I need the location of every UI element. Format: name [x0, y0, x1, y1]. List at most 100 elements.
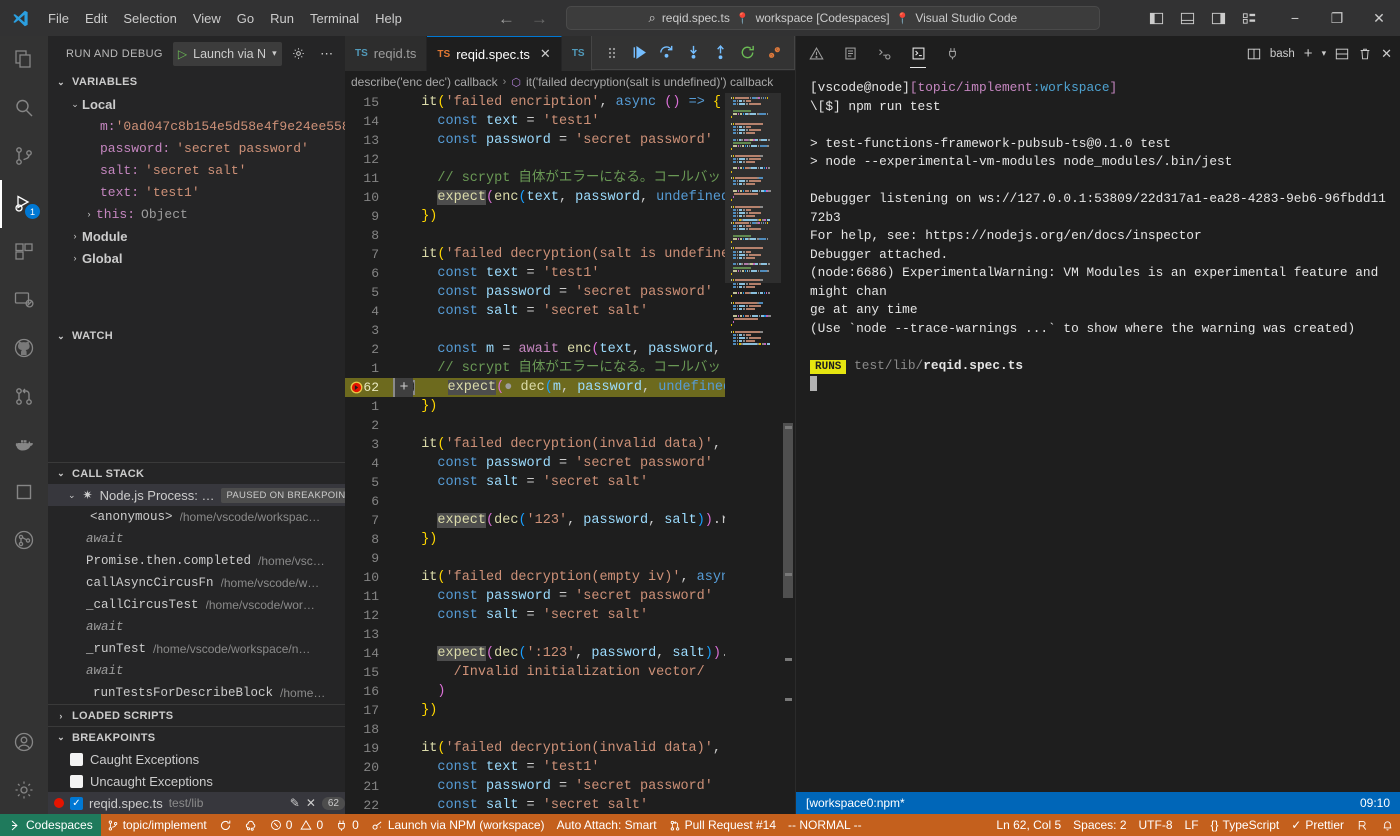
tab-reqid-ts[interactable]: TS reqid.ts — [345, 36, 428, 71]
arrow-right-icon[interactable]: → — [531, 10, 548, 27]
activity-item-remote-explorer[interactable] — [0, 276, 48, 324]
code-line[interactable]: 14 const text = 'test1' — [345, 112, 725, 131]
ports-icon[interactable] — [942, 44, 962, 64]
toggle-secondary-sidebar-icon[interactable] — [1205, 5, 1231, 31]
status-cursor-position[interactable]: Ln 62, Col 5 — [990, 814, 1067, 836]
code-line[interactable]: 11 const password = 'secret password' — [345, 587, 725, 606]
terminal-output[interactable]: [vscode@node][topic/implement:workspace]… — [796, 71, 1400, 792]
checkbox[interactable]: ✓ — [70, 796, 83, 810]
code-line[interactable]: 3 — [345, 321, 725, 340]
call-stack-section-header[interactable]: ⌄ CALL STACK — [48, 462, 345, 484]
status-cloud-changes-icon[interactable] — [238, 814, 264, 836]
toggle-panel-icon[interactable] — [1174, 5, 1200, 31]
code-line[interactable]: 1 }) — [345, 397, 725, 416]
status-remote-indicator[interactable]: Codespaces — [0, 814, 101, 836]
activity-item-search[interactable] — [0, 84, 48, 132]
activity-item-testing[interactable] — [0, 516, 48, 564]
editor-vertical-scrollbar[interactable] — [781, 93, 795, 814]
tab-stub[interactable]: TS — [561, 36, 595, 71]
tab-close-icon[interactable]: ✕ — [540, 46, 551, 62]
status-branch[interactable]: topic/implement — [101, 814, 213, 836]
trash-icon[interactable] — [1358, 47, 1372, 61]
code-line[interactable]: 10 expect(enc(text, password, undefined … — [345, 188, 725, 207]
menu-view[interactable]: View — [185, 8, 229, 29]
step-over-icon[interactable] — [654, 41, 678, 65]
minimap[interactable] — [725, 93, 781, 814]
code-line[interactable]: 13 const password = 'secret password' — [345, 131, 725, 150]
variables-section-header[interactable]: ⌄ VARIABLES — [48, 71, 345, 93]
code-line[interactable]: 9 — [345, 549, 725, 568]
code-line[interactable]: 2 — [345, 416, 725, 435]
toggle-primary-sidebar-icon[interactable] — [1143, 5, 1169, 31]
inline-breakpoint-add-button[interactable]: + — [393, 378, 413, 397]
customize-layout-icon[interactable] — [1236, 5, 1262, 31]
code-line[interactable]: 5 const salt = 'secret salt' — [345, 473, 725, 492]
code-editor[interactable]: 15 it('failed encription', async () => {… — [345, 93, 795, 814]
code-line-current[interactable]: 62+▤ expect(● dec(m, password, undefined… — [345, 378, 725, 397]
code-line[interactable]: 15 /Invalid initialization vector/ — [345, 663, 725, 682]
step-out-icon[interactable] — [708, 41, 732, 65]
code-line[interactable]: 4 const password = 'secret password' — [345, 454, 725, 473]
status-indentation[interactable]: Spaces: 2 — [1067, 814, 1132, 836]
activity-item-docker[interactable] — [0, 420, 48, 468]
chevron-down-icon[interactable]: ▾ — [1322, 48, 1327, 59]
status-prettier[interactable]: ✓ Prettier — [1285, 814, 1350, 836]
status-eol[interactable]: LF — [1179, 814, 1205, 836]
activity-item-explorer[interactable] — [0, 36, 48, 84]
code-line[interactable]: 8 }) — [345, 530, 725, 549]
code-line[interactable]: 8 — [345, 226, 725, 245]
close-icon[interactable]: ✕ — [306, 796, 316, 810]
code-line[interactable]: 19 it('failed decryption(invalid data)',… — [345, 739, 725, 758]
status-auto-attach[interactable]: Auto Attach: Smart — [551, 814, 663, 836]
menu-edit[interactable]: Edit — [77, 8, 115, 29]
breadcrumb-it[interactable]: it('failed decryption(salt is undefined)… — [526, 75, 773, 89]
menu-go[interactable]: Go — [229, 8, 262, 29]
breadcrumb-describe[interactable]: describe('enc dec') callback — [351, 75, 498, 89]
code-line[interactable]: 22 const salt = 'secret salt' — [345, 796, 725, 814]
call-stack-frame[interactable]: Promise.then.completed /home/vsc… — [48, 550, 345, 572]
disconnect-icon[interactable] — [762, 41, 786, 65]
debug-console-icon[interactable] — [874, 44, 894, 64]
status-notifications-bell-icon[interactable] — [1375, 814, 1400, 836]
variable-row-m[interactable]: m: '0ad047c8b154e5d58e4f9e24ee558c3… — [48, 115, 345, 137]
status-pull-request[interactable]: Pull Request #14 — [663, 814, 782, 836]
status-problems[interactable]: 0 0 — [264, 814, 329, 836]
activity-item-accounts[interactable] — [0, 718, 48, 766]
terminal-icon[interactable] — [908, 44, 928, 68]
window-close-button[interactable]: ✕ — [1358, 0, 1400, 36]
code-line[interactable]: 2 const m = await enc(text, password, s — [345, 340, 725, 359]
code-line[interactable]: 5 const password = 'secret password' — [345, 283, 725, 302]
activity-item-extensions[interactable] — [0, 228, 48, 276]
arrow-left-icon[interactable]: ← — [498, 10, 515, 27]
status-encoding[interactable]: UTF-8 — [1133, 814, 1179, 836]
activity-item-square[interactable] — [0, 468, 48, 516]
step-into-icon[interactable] — [681, 41, 705, 65]
code-line[interactable]: 3 it('failed decryption(invalid data)', … — [345, 435, 725, 454]
activity-item-github[interactable] — [0, 324, 48, 372]
code-line[interactable]: 9 }) — [345, 207, 725, 226]
code-line[interactable]: 6 — [345, 492, 725, 511]
checkbox[interactable] — [70, 774, 83, 788]
variable-row-this[interactable]: › this: Object — [48, 203, 345, 225]
call-stack-frame[interactable]: <anonymous> /home/vscode/workspac… — [48, 506, 345, 528]
code-lines-container[interactable]: 15 it('failed encription', async () => {… — [345, 93, 725, 814]
loaded-scripts-section-header[interactable]: › LOADED SCRIPTS — [48, 704, 345, 726]
activity-item-pull-requests[interactable] — [0, 372, 48, 420]
variable-row-salt[interactable]: salt: 'secret salt' — [48, 159, 345, 181]
call-stack-frame[interactable]: _runTest /home/vscode/workspace/n… — [48, 638, 345, 660]
restart-icon[interactable] — [735, 41, 759, 65]
watch-section-header[interactable]: ⌄ WATCH — [48, 325, 345, 347]
code-line[interactable]: 11 // scrypt 自体がエラーになる。コールバッ — [345, 169, 725, 188]
new-terminal-icon[interactable]: + — [1304, 45, 1313, 62]
status-radon-icon[interactable] — [1350, 814, 1375, 836]
window-maximize-button[interactable]: ❐ — [1316, 0, 1358, 36]
variable-row-password[interactable]: password: 'secret password' — [48, 137, 345, 159]
output-icon[interactable] — [840, 44, 860, 64]
sidebar-more-actions-icon[interactable]: ⋯ — [316, 43, 338, 65]
problems-icon[interactable] — [806, 44, 826, 64]
pencil-icon[interactable]: ✎ — [290, 796, 300, 810]
status-ports[interactable]: 0 — [329, 814, 365, 836]
activity-item-manage[interactable] — [0, 766, 48, 814]
code-line[interactable]: 12 const salt = 'secret salt' — [345, 606, 725, 625]
launch-configuration-select[interactable]: ▷ Launch via N ▾ — [172, 41, 282, 66]
